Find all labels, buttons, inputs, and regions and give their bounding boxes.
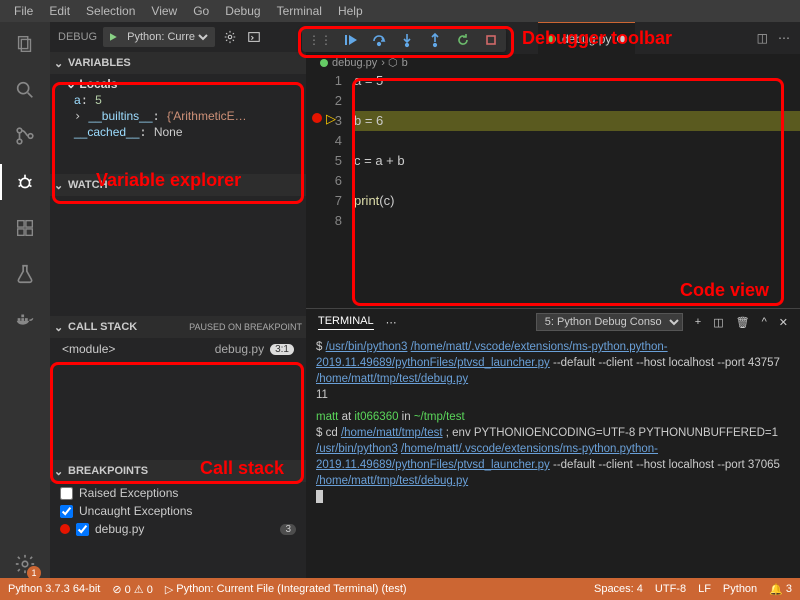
debug-toolbar[interactable]: ⋮⋮: [302, 28, 506, 52]
variable-row[interactable]: a: 5: [50, 92, 306, 108]
restart-button[interactable]: [454, 31, 472, 49]
modified-dot-icon: [617, 35, 625, 43]
tab-debugpy[interactable]: debug.py: [538, 22, 635, 54]
bp-uncaught[interactable]: Uncaught Exceptions: [50, 502, 306, 520]
chevron-down-icon: ⌄: [54, 465, 66, 478]
debug-icon[interactable]: [11, 168, 39, 196]
watch-header[interactable]: ⌄WATCH: [50, 174, 306, 196]
step-over-button[interactable]: [370, 31, 388, 49]
gear-icon[interactable]: [221, 28, 239, 46]
terminal-panel: TERMINAL ⋯ 5: Python Debug Conso + ◫ 🗑 ^…: [306, 308, 800, 578]
step-into-button[interactable]: [398, 31, 416, 49]
update-badge: 1: [27, 566, 41, 580]
checkbox[interactable]: [60, 487, 73, 500]
file-icon: [320, 59, 328, 67]
menu-help[interactable]: Help: [330, 4, 371, 18]
callstack-frame[interactable]: <module> debug.py 3:1: [50, 340, 306, 358]
callstack-header[interactable]: ⌄CALL STACKPAUSED ON BREAKPOINT: [50, 316, 306, 338]
activity-bar: 1: [0, 22, 50, 578]
grip-icon[interactable]: ⋮⋮: [308, 33, 332, 47]
terminal-output[interactable]: $ /usr/bin/python3 /home/matt/.vscode/ex…: [306, 335, 800, 578]
debug-label: DEBUG: [58, 31, 97, 43]
menu-debug[interactable]: Debug: [217, 4, 268, 18]
extensions-icon[interactable]: [11, 214, 39, 242]
continue-button[interactable]: [342, 31, 360, 49]
status-spaces[interactable]: Spaces: 4: [594, 583, 643, 596]
file-icon: [548, 35, 556, 43]
stop-button[interactable]: [482, 31, 500, 49]
step-out-button[interactable]: [426, 31, 444, 49]
bp-file[interactable]: debug.py3: [50, 520, 306, 538]
breakpoints-header[interactable]: ⌄BREAKPOINTS: [50, 460, 306, 482]
status-eol[interactable]: LF: [698, 583, 711, 596]
menubar[interactable]: File Edit Selection View Go Debug Termin…: [0, 0, 800, 22]
chevron-up-icon[interactable]: ^: [762, 316, 767, 328]
variables-header[interactable]: ⌄VARIABLES: [50, 52, 306, 74]
status-bar[interactable]: Python 3.7.3 64-bit ⊘ 0 ⚠ 0 ▷ Python: Cu…: [0, 578, 800, 600]
checkbox[interactable]: [76, 523, 89, 536]
settings-gear-icon[interactable]: 1: [11, 550, 39, 578]
chevron-down-icon: ⌄: [54, 57, 66, 70]
checkbox[interactable]: [60, 505, 73, 518]
status-notifications[interactable]: 🔔 3: [769, 583, 792, 596]
close-icon[interactable]: ✕: [779, 316, 788, 329]
editor-area: debug.py ◫ ⋯ debug.py › ⬡ b ▷ 12345678 a…: [306, 22, 800, 578]
code-editor[interactable]: ▷ 12345678 a = 5 b = 6 c = a + b print(c…: [306, 71, 800, 308]
cursor: [316, 490, 323, 503]
variable-row[interactable]: __cached__: None: [50, 124, 306, 140]
current-line-arrow-icon: ▷: [326, 111, 336, 127]
terminal-selector[interactable]: 5: Python Debug Conso: [536, 313, 683, 331]
test-icon[interactable]: [11, 260, 39, 288]
terminal-tab[interactable]: TERMINAL: [318, 315, 374, 330]
menu-terminal[interactable]: Terminal: [269, 4, 330, 18]
menu-go[interactable]: Go: [185, 4, 217, 18]
search-icon[interactable]: [11, 76, 39, 104]
breakpoint-dot-icon: [60, 524, 70, 534]
scm-icon[interactable]: [11, 122, 39, 150]
trash-icon[interactable]: 🗑: [736, 316, 750, 329]
debug-sidebar: DEBUG Python: Curre ⌄VARIABLES ⌄ Locals …: [50, 22, 306, 578]
variable-row[interactable]: › __builtins__: {'ArithmeticE…: [50, 108, 306, 124]
locals-header[interactable]: ⌄ Locals: [50, 76, 306, 92]
menu-view[interactable]: View: [143, 4, 185, 18]
more-icon[interactable]: ⋯: [778, 31, 790, 45]
chevron-down-icon: ⌄: [54, 179, 66, 192]
debug-console-icon[interactable]: [245, 28, 263, 46]
breadcrumb[interactable]: debug.py › ⬡ b: [306, 54, 800, 71]
chevron-down-icon: ⌄: [54, 321, 66, 334]
menu-file[interactable]: File: [6, 4, 41, 18]
bp-raised[interactable]: Raised Exceptions: [50, 484, 306, 502]
split-icon[interactable]: ◫: [757, 31, 768, 45]
status-debug-config[interactable]: ▷ Python: Current File (Integrated Termi…: [165, 583, 407, 596]
play-icon: [107, 31, 119, 43]
line-gutter: ▷ 12345678: [306, 71, 354, 308]
explorer-icon[interactable]: [11, 30, 39, 58]
debug-config-selector[interactable]: Python: Curre: [103, 27, 215, 47]
debug-config-dropdown[interactable]: Python: Curre: [123, 30, 211, 44]
status-python[interactable]: Python 3.7.3 64-bit: [8, 583, 100, 595]
status-lang[interactable]: Python: [723, 583, 757, 596]
more-icon[interactable]: ⋯: [386, 316, 397, 329]
split-terminal-icon[interactable]: ◫: [713, 316, 723, 329]
menu-edit[interactable]: Edit: [41, 4, 78, 18]
status-problems[interactable]: ⊘ 0 ⚠ 0: [112, 583, 152, 596]
menu-selection[interactable]: Selection: [78, 4, 143, 18]
breakpoint-dot-icon[interactable]: [312, 113, 322, 123]
status-encoding[interactable]: UTF-8: [655, 583, 686, 596]
docker-icon[interactable]: [11, 306, 39, 334]
new-terminal-icon[interactable]: +: [695, 316, 701, 328]
